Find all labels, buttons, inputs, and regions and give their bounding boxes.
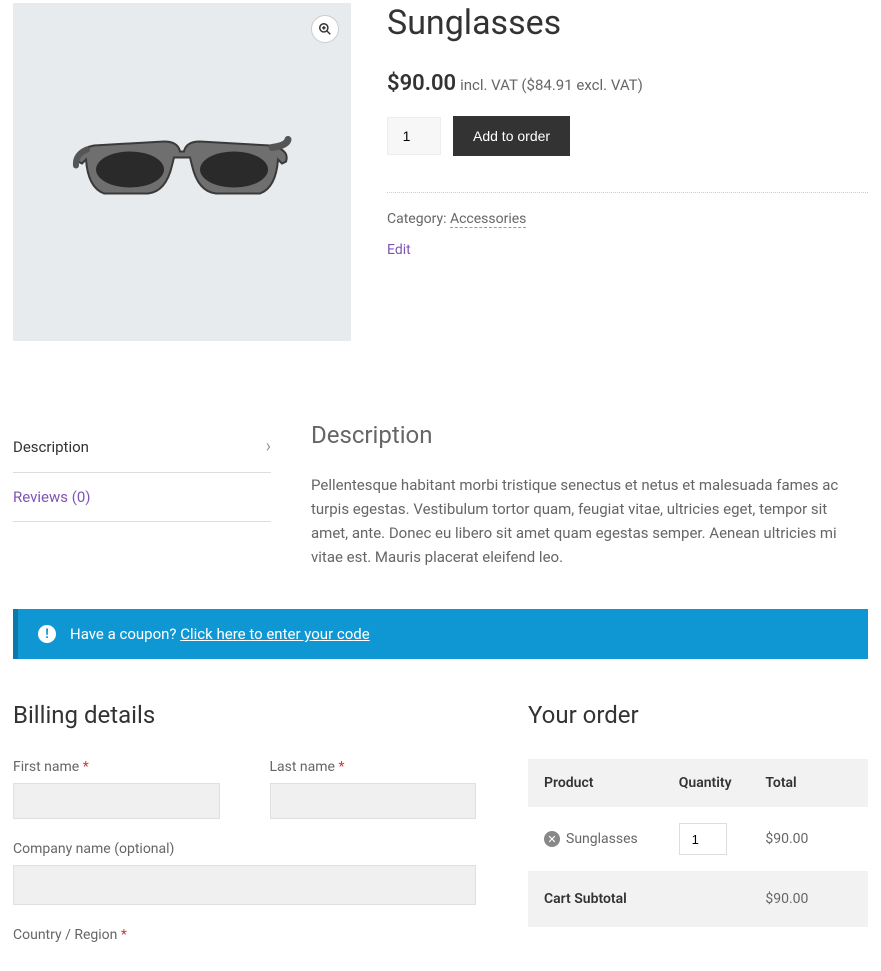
- coupon-notice: ! Have a coupon? Click here to enter you…: [13, 609, 868, 659]
- order-summary: Your order Product Quantity Total ✕ Sung…: [528, 701, 868, 951]
- info-icon: !: [38, 625, 56, 643]
- tab-list: Description Reviews (0): [13, 421, 271, 569]
- last-name-label: Last name *: [270, 759, 477, 775]
- first-name-label: First name *: [13, 759, 220, 775]
- quantity-input[interactable]: [387, 117, 441, 155]
- coupon-link[interactable]: Click here to enter your code: [180, 625, 369, 643]
- tab-label: Reviews (0): [13, 488, 91, 506]
- billing-heading: Billing details: [13, 701, 476, 729]
- product-gallery: [13, 3, 351, 341]
- last-name-input[interactable]: [270, 783, 477, 819]
- panel-heading: Description: [311, 421, 868, 449]
- order-table-header: Product Quantity Total: [528, 759, 868, 807]
- magnifier-plus-icon: [318, 22, 332, 36]
- order-item-name: Sunglasses: [566, 831, 638, 847]
- product-category: Category: Accessories: [387, 211, 868, 227]
- tab-reviews[interactable]: Reviews (0): [13, 473, 271, 522]
- zoom-button[interactable]: [311, 15, 339, 43]
- add-to-order-button[interactable]: Add to order: [453, 116, 570, 156]
- order-heading: Your order: [528, 701, 868, 729]
- tab-description[interactable]: Description: [13, 421, 271, 473]
- order-item-total: $90.00: [765, 831, 852, 847]
- order-subtotal-row: Cart Subtotal $90.00: [528, 871, 868, 927]
- order-item-row: ✕ Sunglasses $90.00: [528, 807, 868, 871]
- coupon-text: Have a coupon?: [70, 625, 177, 643]
- billing-details: Billing details First name * Last name *…: [13, 701, 476, 951]
- product-price: $90.00 incl. VAT ($84.91 excl. VAT): [387, 71, 868, 96]
- edit-link[interactable]: Edit: [387, 242, 411, 258]
- remove-item-icon[interactable]: ✕: [544, 831, 560, 847]
- tab-panel-description: Description Pellentesque habitant morbi …: [311, 421, 868, 569]
- tab-label: Description: [13, 438, 89, 456]
- company-input[interactable]: [13, 865, 476, 905]
- category-link[interactable]: Accessories: [450, 211, 526, 228]
- product-title: Sunglasses: [387, 3, 868, 43]
- panel-text: Pellentesque habitant morbi tristique se…: [311, 473, 868, 569]
- first-name-input[interactable]: [13, 783, 220, 819]
- company-label: Company name (optional): [13, 841, 476, 857]
- order-quantity-input[interactable]: [679, 823, 727, 855]
- product-image: [72, 112, 292, 222]
- country-label: Country / Region *: [13, 927, 476, 943]
